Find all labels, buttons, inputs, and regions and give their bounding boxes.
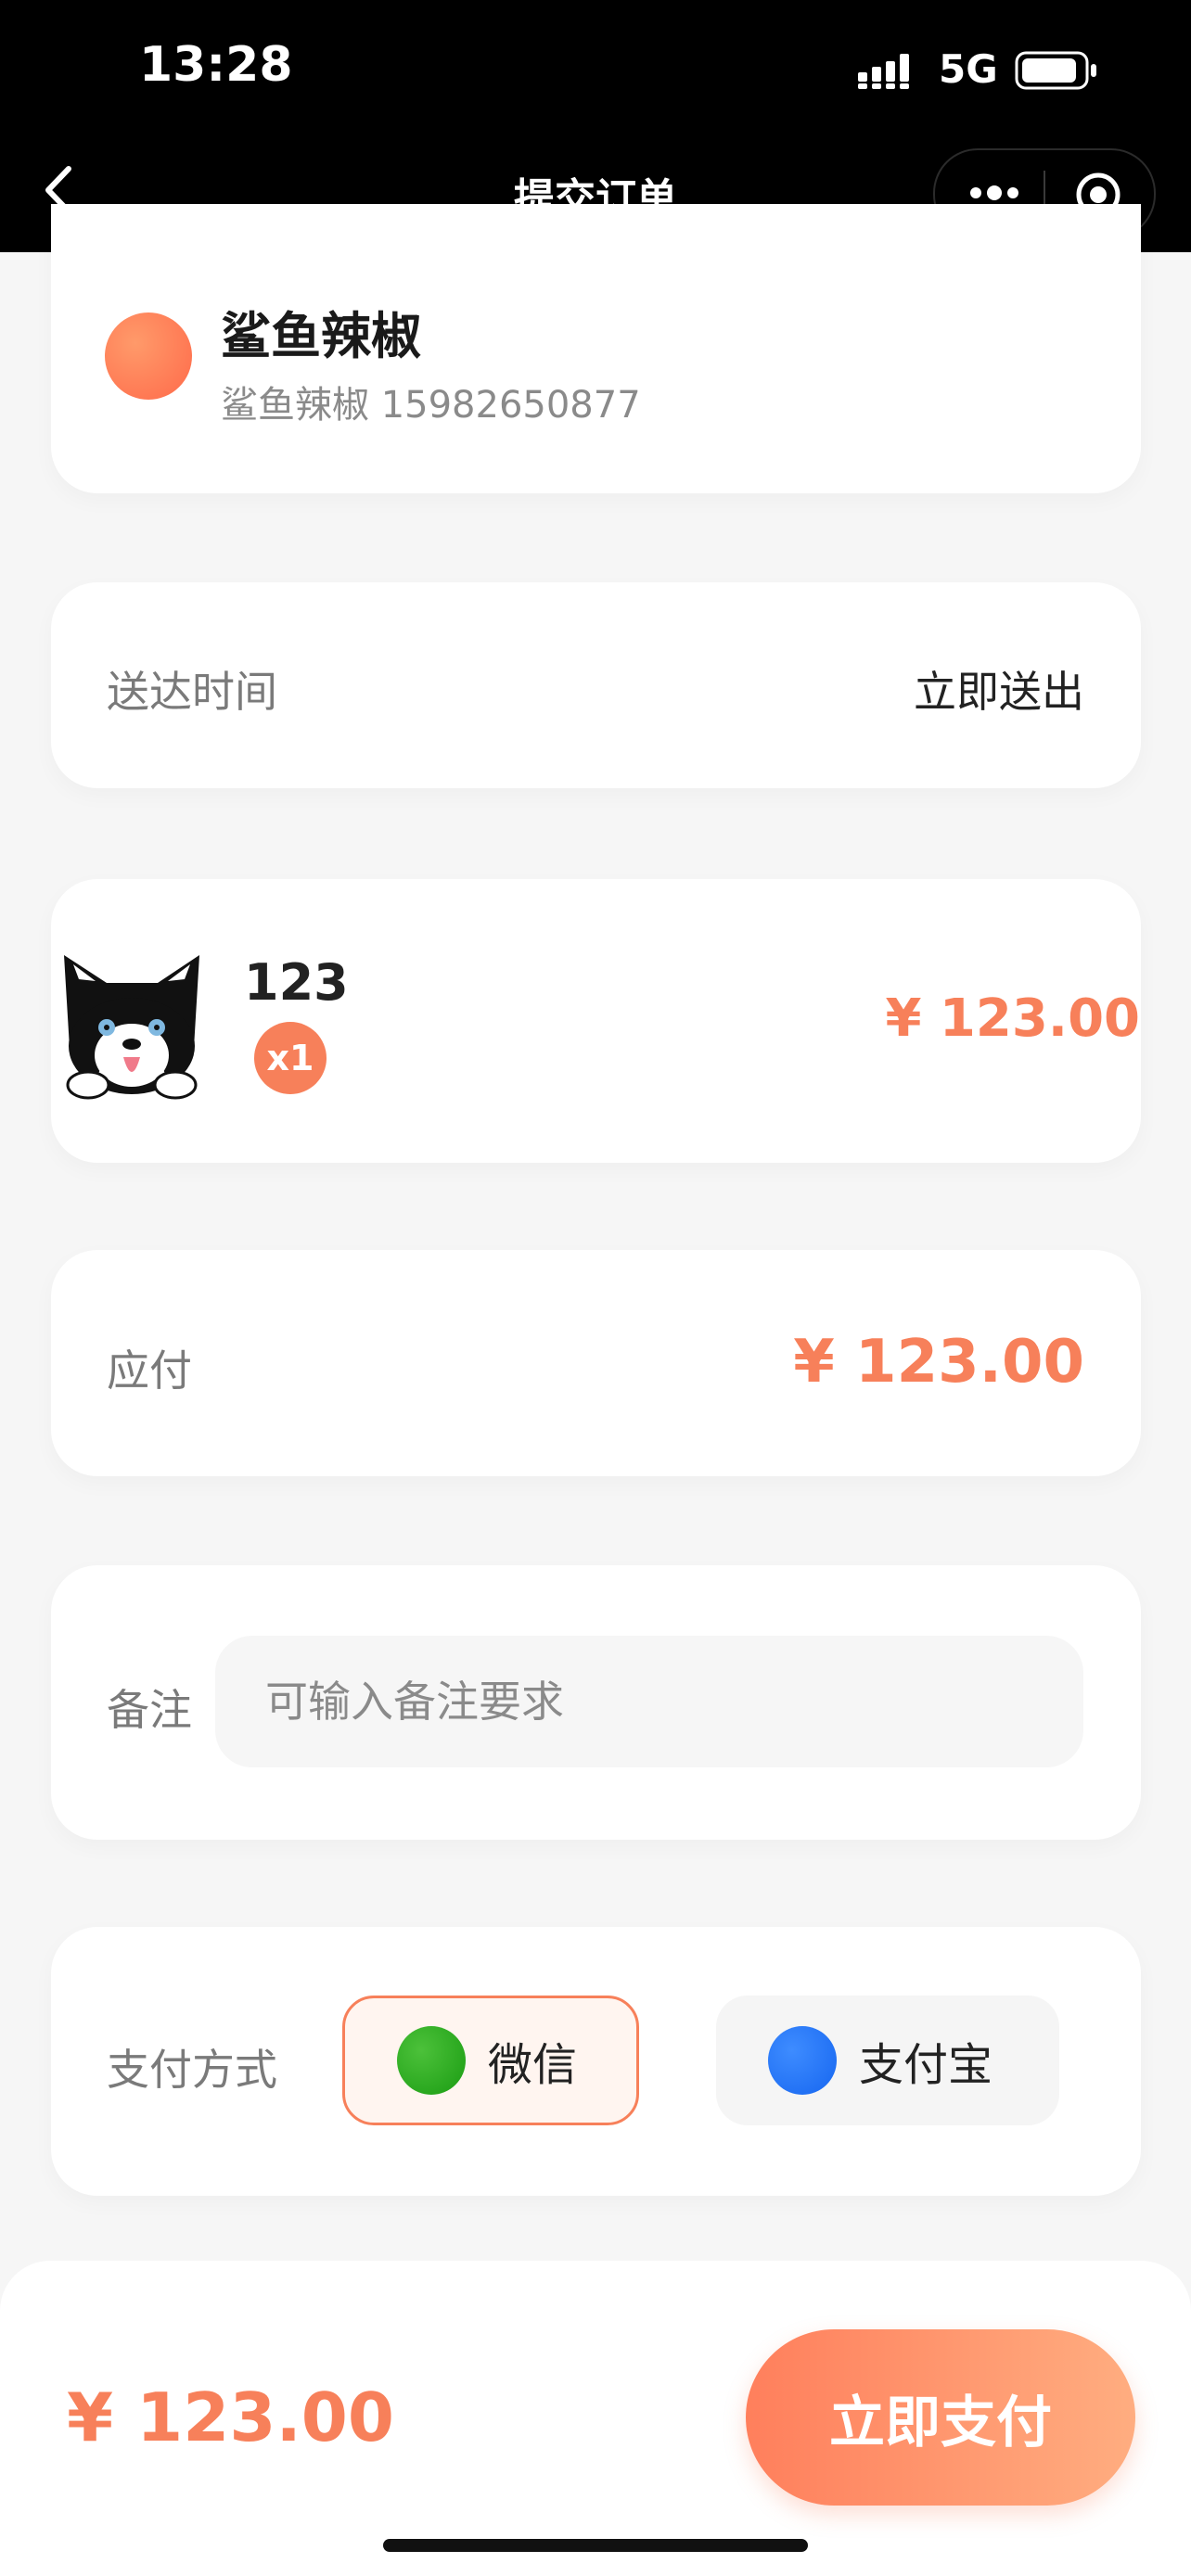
network-type: 5G: [939, 46, 998, 92]
payment-option-wechat[interactable]: 微信: [342, 1996, 639, 2125]
user-card[interactable]: [51, 204, 1141, 493]
payment-option-label: 支付宝: [859, 2039, 993, 2091]
avatar: [105, 312, 192, 400]
total-amount: ¥ 123.00: [67, 2378, 395, 2456]
amount-due-label: 应付: [107, 1345, 192, 1396]
remark-input[interactable]: [215, 1636, 1083, 1767]
battery-icon: [1015, 51, 1096, 90]
status-time: 13:28: [139, 37, 293, 93]
amount-due-value: ¥ 123.00: [793, 1328, 1084, 1396]
product-price: ¥ 123.00: [885, 988, 1140, 1049]
remark-label: 备注: [107, 1685, 192, 1735]
product-image: [51, 937, 213, 1102]
user-name: 鲨鱼辣椒: [221, 307, 421, 365]
delivery-time-label: 送达时间: [107, 667, 277, 717]
payment-option-label: 微信: [488, 2039, 578, 2091]
user-contact: 鲨鱼辣椒 15982650877: [221, 384, 641, 427]
signal-icon: [858, 54, 909, 89]
payment-option-alipay[interactable]: 支付宝: [716, 1996, 1059, 2125]
wechat-pay-icon: [397, 2026, 466, 2095]
payment-label: 支付方式: [107, 2045, 277, 2095]
delivery-time-value[interactable]: 立即送出: [914, 658, 1084, 720]
home-indicator[interactable]: [383, 2539, 808, 2552]
quantity-badge: x1: [254, 1022, 327, 1094]
product-name: 123: [244, 953, 349, 1012]
pay-now-button[interactable]: 立即支付: [746, 2329, 1135, 2506]
alipay-icon: [768, 2026, 837, 2095]
